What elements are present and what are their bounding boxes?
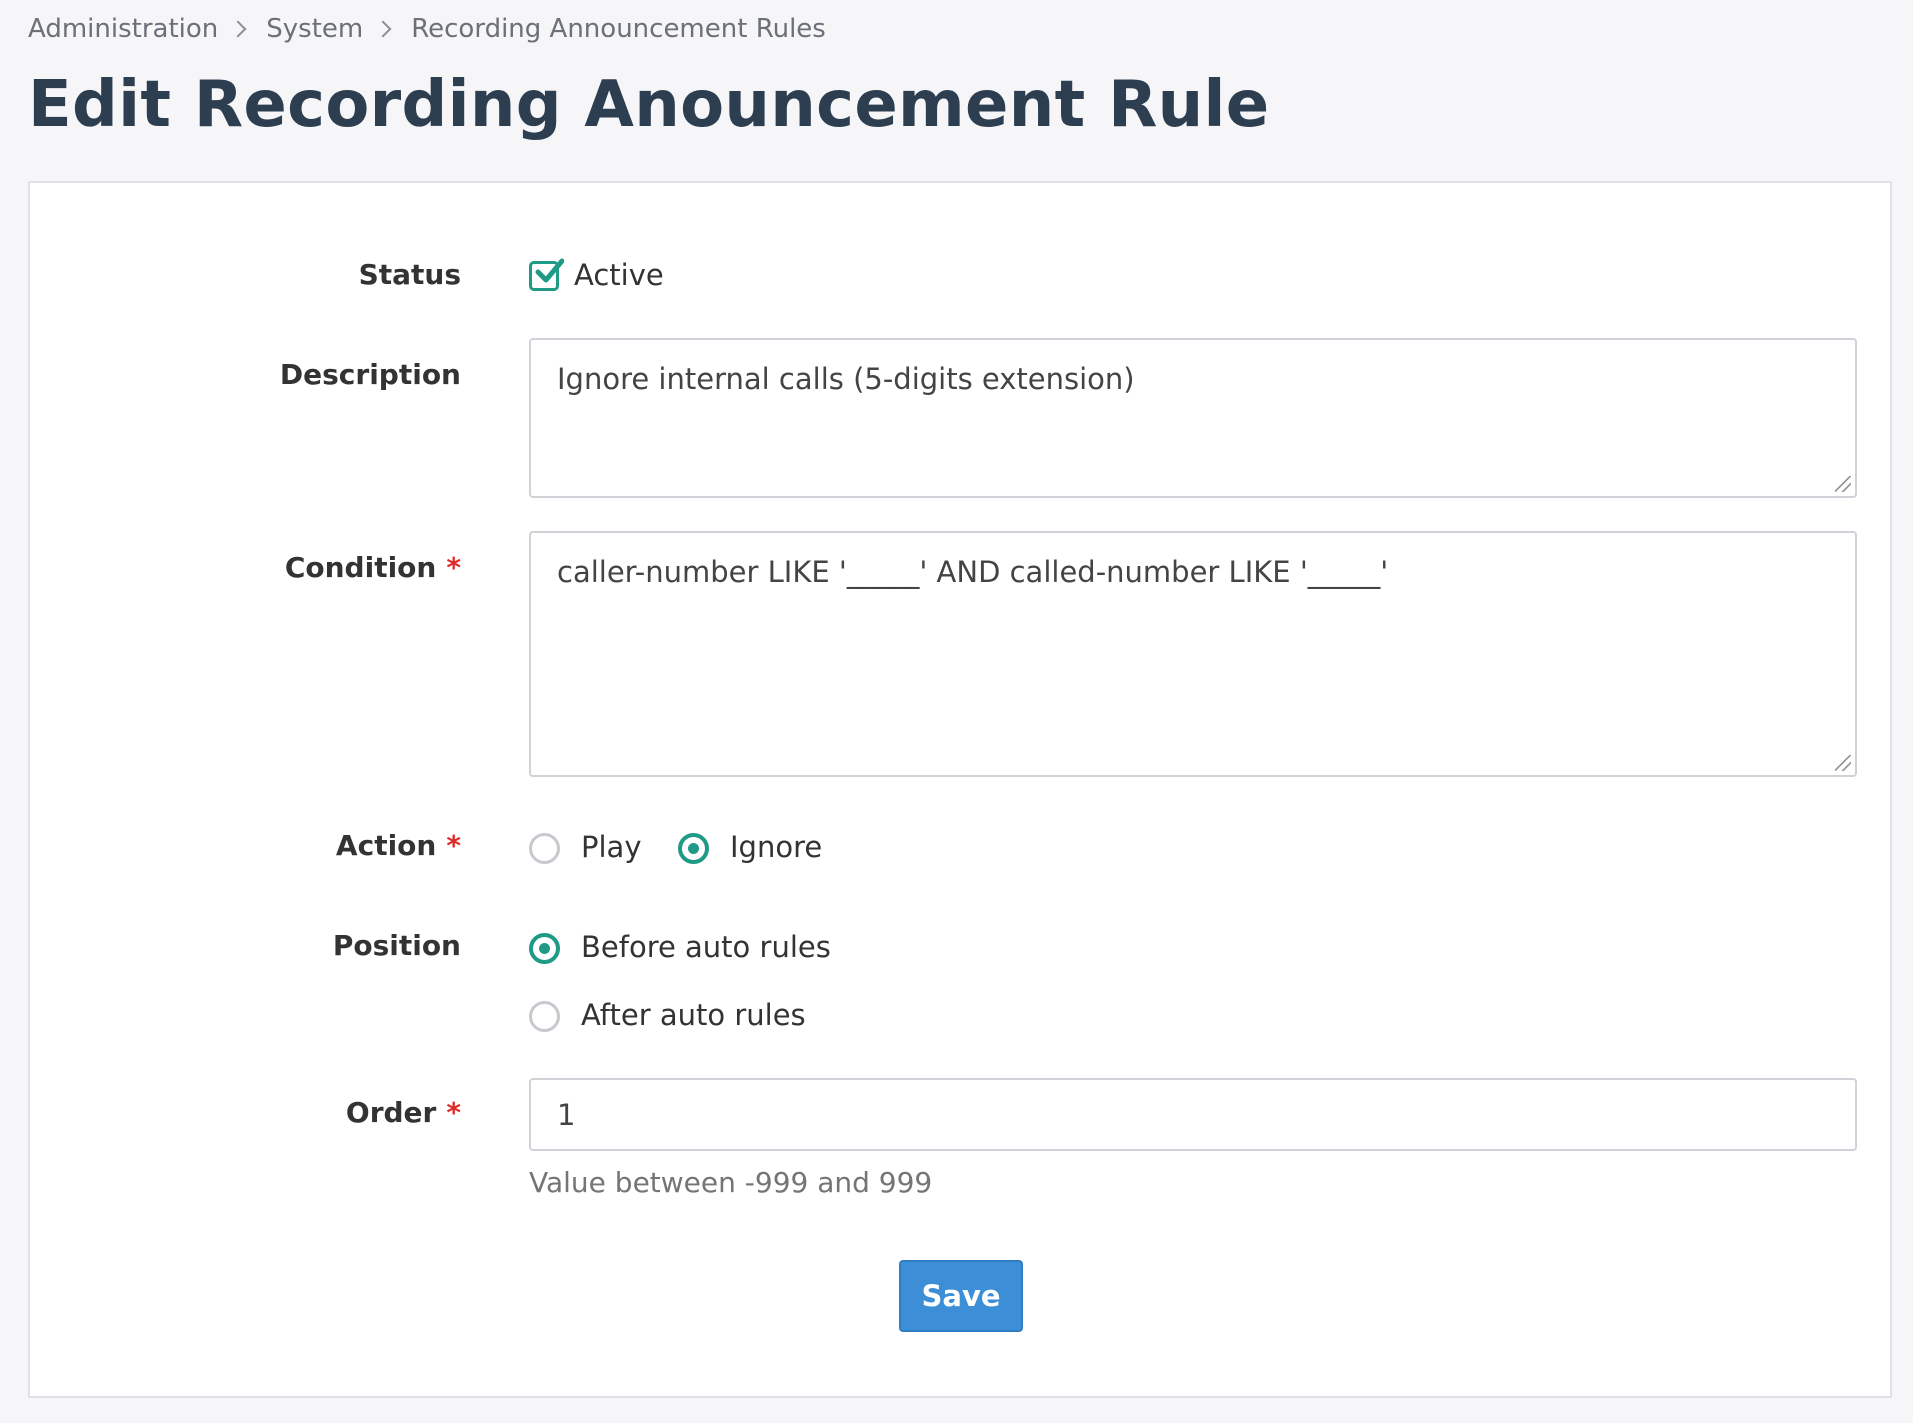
required-asterisk: *: [446, 1096, 461, 1129]
condition-textarea[interactable]: caller-number LIKE '_____' AND called-nu…: [529, 531, 1857, 777]
description-label: Description: [279, 358, 461, 391]
checkmark-icon: [535, 258, 564, 283]
position-label: Position: [332, 929, 461, 962]
order-value: 1: [557, 1098, 576, 1132]
order-help-text: Value between -999 and 999: [529, 1166, 933, 1199]
breadcrumb: Administration System Recording Announce…: [28, 14, 826, 44]
active-checkbox-label[interactable]: Active: [574, 258, 664, 292]
breadcrumb-item-administration[interactable]: Administration: [28, 14, 218, 44]
chevron-right-icon: [229, 20, 247, 38]
position-after-label[interactable]: After auto rules: [581, 998, 806, 1032]
position-before-radio[interactable]: [529, 933, 560, 964]
resize-grip-icon[interactable]: [1835, 476, 1851, 492]
action-ignore-label[interactable]: Ignore: [730, 830, 822, 864]
action-ignore-radio[interactable]: [678, 833, 709, 864]
form-panel: Status Active Description Ignore interna…: [28, 181, 1892, 1398]
chevron-right-icon: [374, 20, 392, 38]
save-button[interactable]: Save: [899, 1260, 1023, 1332]
position-before-label[interactable]: Before auto rules: [581, 930, 831, 964]
order-input[interactable]: 1: [529, 1078, 1857, 1151]
breadcrumb-item-system[interactable]: System: [266, 14, 363, 44]
condition-label: Condition *: [284, 551, 461, 584]
page: Administration System Recording Announce…: [0, 0, 1913, 1423]
required-asterisk: *: [446, 551, 461, 584]
position-after-radio[interactable]: [529, 1001, 560, 1032]
required-asterisk: *: [446, 829, 461, 862]
resize-grip-icon[interactable]: [1835, 755, 1851, 771]
page-title: Edit Recording Anouncement Rule: [28, 68, 1270, 142]
order-label: Order *: [345, 1096, 461, 1129]
action-play-radio[interactable]: [529, 833, 560, 864]
condition-value: caller-number LIKE '_____' AND called-nu…: [557, 555, 1389, 589]
action-play-label[interactable]: Play: [581, 830, 641, 864]
active-checkbox[interactable]: [529, 258, 564, 291]
action-label: Action *: [335, 829, 461, 862]
status-label: Status: [358, 258, 461, 291]
description-value: Ignore internal calls (5-digits extensio…: [557, 362, 1135, 396]
description-textarea[interactable]: Ignore internal calls (5-digits extensio…: [529, 338, 1857, 498]
breadcrumb-item-recording-announcement-rules[interactable]: Recording Announcement Rules: [411, 14, 826, 44]
